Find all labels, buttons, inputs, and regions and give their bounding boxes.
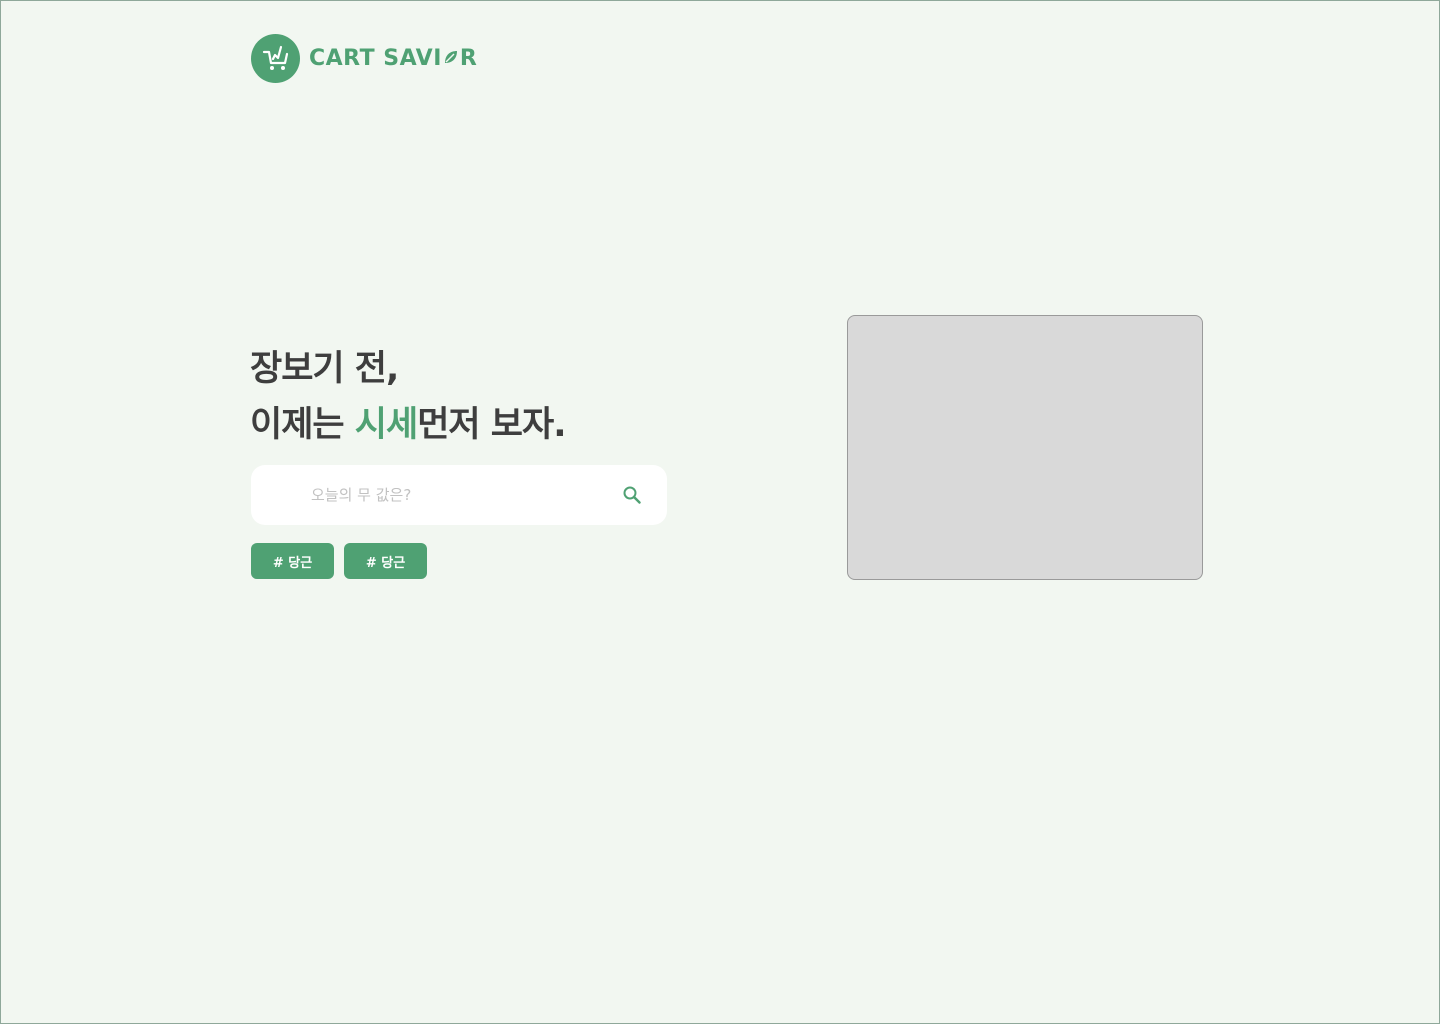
cart-logo-icon — [251, 34, 300, 83]
hero-line-2: 이제는 시세먼저 보자. — [250, 397, 566, 453]
brand-name-part2: R — [459, 46, 478, 71]
leaf-icon — [443, 46, 459, 71]
hero-line-1: 장보기 전, — [250, 349, 399, 389]
tag-button[interactable]: # 당근 — [344, 543, 427, 579]
search-input[interactable] — [311, 480, 601, 510]
hero-line-2-prefix: 이제는 — [250, 405, 355, 445]
brand-name: CART SAVI R — [309, 46, 477, 71]
hero-line-2-suffix: 먼저 보자. — [417, 405, 566, 445]
tag-button[interactable]: # 당근 — [251, 543, 334, 579]
hero-line-2-accent: 시세 — [354, 405, 418, 445]
tag-list: # 당근 # 당근 — [251, 543, 427, 579]
hero-headline: 장보기 전, 이제는 시세먼저 보자. — [250, 341, 566, 453]
logo[interactable]: CART SAVI R — [251, 34, 477, 83]
search-bar — [251, 465, 667, 525]
image-placeholder — [847, 315, 1203, 580]
brand-name-part1: CART SAVI — [309, 46, 442, 71]
search-icon[interactable] — [619, 482, 645, 508]
